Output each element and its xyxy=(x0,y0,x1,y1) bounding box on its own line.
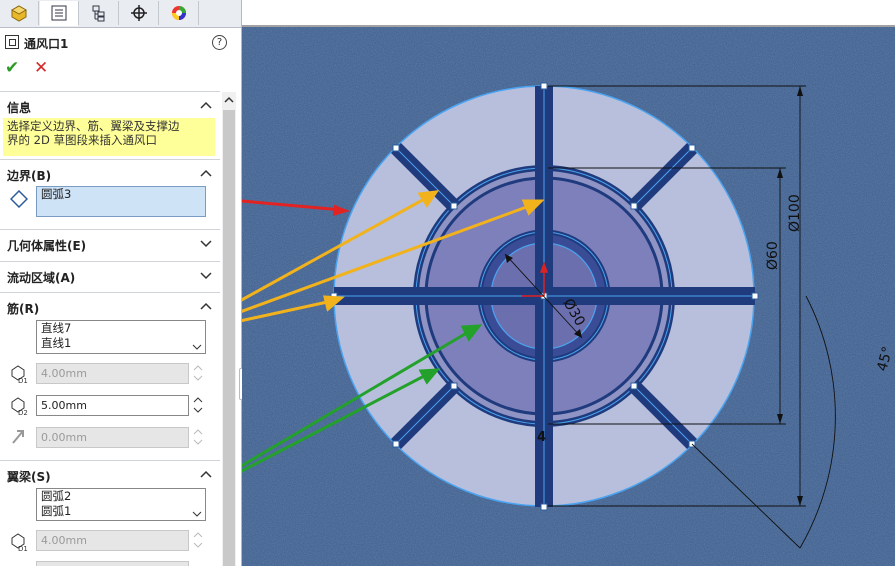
list-scroll-icon[interactable] xyxy=(192,509,202,519)
boundary-section-label: 边界(B) xyxy=(7,169,52,183)
help-button[interactable]: ? xyxy=(212,35,227,50)
property-manager-icon xyxy=(51,5,67,21)
collapse-chevron-icon[interactable] xyxy=(199,467,213,481)
d1-label: D1 xyxy=(18,545,28,552)
ribs-section-header[interactable]: 筋(R) xyxy=(0,292,220,321)
spar-next-field xyxy=(36,561,189,566)
flow-area-section-label: 流动区域(A) xyxy=(7,271,76,285)
collapse-chevron-icon[interactable] xyxy=(199,166,213,180)
configuration-manager-tab[interactable] xyxy=(80,1,119,25)
spar-depth-field: 4.00mm xyxy=(36,530,189,551)
property-manager-panel: 通风口1 ? ✔ ✕ 信息 选择定义边界、筋、翼梁及支撑边 界的 2D 草图段来… xyxy=(0,0,242,566)
list-scroll-icon[interactable] xyxy=(192,342,202,352)
d1-label: D1 xyxy=(18,377,28,384)
spar-item[interactable]: 圆弧2 xyxy=(37,489,205,504)
spar-depth-spinner xyxy=(193,532,203,548)
spars-section-header[interactable]: 翼梁(S) xyxy=(0,460,220,489)
spars-section-label: 翼梁(S) xyxy=(7,470,51,484)
appearance-icon xyxy=(172,6,186,20)
feature-title-row: 通风口1 ? xyxy=(0,31,236,53)
boundary-selection-icon xyxy=(10,190,28,208)
info-message: 选择定义边界、筋、翼梁及支撑边 界的 2D 草图段来插入通风口 xyxy=(3,118,215,156)
panel-scrollbar-thumb[interactable] xyxy=(223,110,235,566)
info-text-line1: 选择定义边界、筋、翼梁及支撑边 xyxy=(7,119,180,133)
rib-width-spinner[interactable] xyxy=(192,394,204,416)
spar-item[interactable]: 圆弧1 xyxy=(37,504,205,519)
rib-item[interactable]: 直线1 xyxy=(37,336,205,351)
dimension-d100: Ø100 xyxy=(787,194,803,232)
boundary-item[interactable]: 圆弧3 xyxy=(37,187,205,202)
vent-feature-icon xyxy=(5,35,19,49)
ok-button[interactable]: ✔ xyxy=(5,58,19,78)
graphics-viewport[interactable]: Ø100 Ø60 Ø30 4 45° xyxy=(164,0,895,566)
rib-depth-field: 4.00mm xyxy=(36,363,189,384)
rib-offset-field: 0.00mm xyxy=(36,427,189,448)
dimxpert-tab[interactable] xyxy=(120,1,159,25)
geometry-section-label: 几何体属性(E) xyxy=(7,239,87,253)
info-section-header[interactable]: 信息 xyxy=(0,91,220,120)
configuration-icon xyxy=(92,5,105,22)
geometry-section-header[interactable]: 几何体属性(E) xyxy=(0,229,220,258)
rib-width-dimension: 4 xyxy=(537,430,546,445)
collapse-chevron-icon[interactable] xyxy=(199,98,213,112)
viewport-top-strip xyxy=(242,0,895,26)
ribs-section-label: 筋(R) xyxy=(7,302,40,316)
rib-offset-spinner xyxy=(193,429,203,445)
feature-manager-tab[interactable] xyxy=(0,1,39,25)
collapse-chevron-icon[interactable] xyxy=(199,299,213,313)
display-manager-tab[interactable] xyxy=(160,1,199,25)
info-section-label: 信息 xyxy=(7,101,32,115)
rib-depth-icon: D1 xyxy=(11,365,28,384)
boundary-selection-box[interactable]: 圆弧3 xyxy=(36,186,206,217)
property-manager-tab[interactable] xyxy=(40,1,79,26)
cancel-button[interactable]: ✕ xyxy=(34,58,48,78)
d2-label: D2 xyxy=(18,409,28,416)
feature-tree-icon xyxy=(10,5,28,22)
rib-width-icon: D2 xyxy=(11,397,28,416)
info-text-line2: 界的 2D 草图段来插入通风口 xyxy=(7,133,157,147)
scroll-up-icon[interactable] xyxy=(223,93,235,107)
rib-item[interactable]: 直线7 xyxy=(37,321,205,336)
sketch-canvas[interactable]: Ø100 Ø60 Ø30 4 45° xyxy=(164,0,895,566)
rib-offset-icon xyxy=(12,430,24,444)
panel-tab-bar xyxy=(0,0,241,28)
crosshair-icon xyxy=(131,5,147,21)
boundary-section-header[interactable]: 边界(B) xyxy=(0,159,220,188)
flow-area-section-header[interactable]: 流动区域(A) xyxy=(0,261,220,290)
expand-chevron-icon[interactable] xyxy=(199,268,213,282)
expand-chevron-icon[interactable] xyxy=(199,236,213,250)
feature-title: 通风口1 xyxy=(24,37,69,51)
spar-depth-icon: D1 xyxy=(11,533,28,552)
rib-depth-spinner xyxy=(193,365,203,381)
ribs-selection-box[interactable]: 直线7 直线1 xyxy=(36,320,206,354)
spars-selection-box[interactable]: 圆弧2 圆弧1 xyxy=(36,488,206,521)
rib-width-field[interactable]: 5.00mm xyxy=(36,395,189,416)
dimension-d60: Ø60 xyxy=(765,241,781,270)
